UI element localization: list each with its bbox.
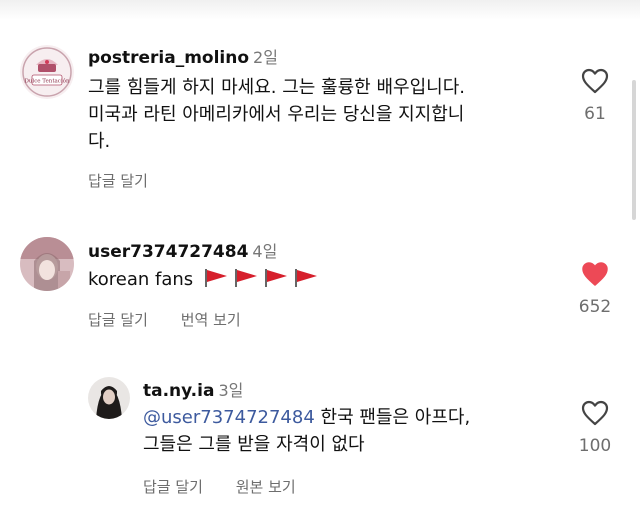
red-flag-icon: [203, 268, 229, 296]
comment-actions: 답글 달기 원본 보기: [143, 476, 296, 497]
red-flag-icon: [293, 268, 319, 296]
red-flag-icon: [233, 268, 259, 296]
heart-icon[interactable]: [565, 68, 625, 94]
like-area: 100: [565, 400, 625, 456]
comment-text-line: 그들은 그를 받을 자격이 없다: [143, 434, 365, 455]
avatar[interactable]: [20, 237, 74, 291]
avatar[interactable]: Dulce Tentación: [20, 45, 74, 99]
heart-icon[interactable]: [565, 400, 625, 426]
like-count: 100: [578, 436, 612, 456]
comment-text: korean fans: [88, 266, 319, 296]
like-area: 652: [565, 261, 625, 317]
comment-actions: 답글 달기: [88, 170, 148, 191]
comment-text-line: 미국과 라틴 아메리카에서 우리는 당신을 지지합니: [88, 104, 465, 125]
reply-button[interactable]: 답글 달기: [88, 311, 148, 329]
see-original-button[interactable]: 원본 보기: [236, 478, 296, 496]
top-edge: [0, 0, 640, 20]
reply-button[interactable]: 답글 달기: [143, 478, 203, 496]
comment-username[interactable]: ta.ny.ia 3일: [143, 377, 243, 401]
like-count: 652: [578, 297, 612, 317]
mention-link[interactable]: @user7374727484: [143, 407, 315, 428]
comment-actions: 답글 달기 번역 보기: [88, 309, 241, 330]
comment-text-line: 다.: [88, 131, 111, 152]
comment-text: 그를 힘들게 하지 마세요. 그는 훌륭한 배우입니다. 미국과 라틴 아메리카…: [88, 74, 568, 155]
like-area: 61: [565, 68, 625, 124]
comment-time: 2일: [253, 48, 278, 67]
reply-button[interactable]: 답글 달기: [88, 172, 148, 190]
avatar[interactable]: [88, 377, 130, 419]
red-flag-icon: [263, 268, 289, 296]
comment-username[interactable]: user7374727484 4일: [88, 238, 277, 262]
comment-username[interactable]: postreria_molino 2일: [88, 44, 278, 68]
comment-text-line: 그를 힘들게 하지 마세요. 그는 훌륭한 배우입니다.: [88, 77, 465, 98]
heart-filled-icon[interactable]: [565, 261, 625, 287]
comment-text: @user7374727484 한국 팬들은 아프다, 그들은 그를 받을 자격…: [143, 404, 563, 458]
like-count: 61: [584, 104, 606, 124]
comment-time: 3일: [218, 381, 244, 400]
avatar-logo-text: Dulce Tentación: [24, 78, 69, 85]
scrollbar[interactable]: [632, 80, 636, 220]
comment-time: 4일: [252, 242, 278, 261]
translate-button[interactable]: 번역 보기: [181, 311, 241, 329]
comment-text-line: @user7374727484 한국 팬들은 아프다,: [143, 407, 471, 428]
